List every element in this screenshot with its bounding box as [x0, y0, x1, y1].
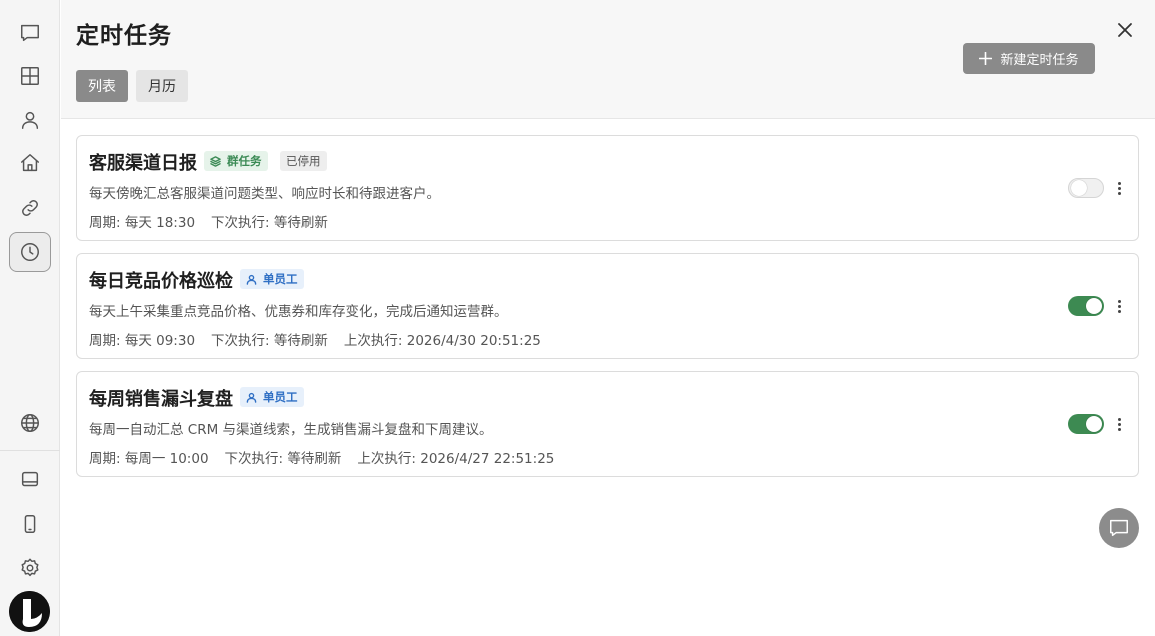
page-title: 定时任务	[76, 23, 172, 49]
close-button[interactable]	[1114, 19, 1136, 41]
task-card[interactable]: 客服渠道日报 群任务 已停用 每天傍晚汇总客服渠道问题类型、响应时长和待跟进客户…	[76, 135, 1139, 241]
task-last-run: 上次执行: 2026/4/30 20:51:25	[343, 333, 541, 349]
task-enable-toggle[interactable]	[1068, 414, 1104, 434]
user-icon	[246, 274, 257, 285]
task-title: 客服渠道日报	[89, 153, 197, 174]
sidebar-item-chat[interactable]	[9, 13, 51, 53]
sidebar-divider	[0, 450, 60, 451]
sidebar-item-link[interactable]	[9, 188, 51, 228]
monitor-icon	[21, 471, 39, 487]
task-title: 每日竞品价格巡检	[89, 271, 233, 292]
task-title: 每周销售漏斗复盘	[89, 389, 233, 410]
task-next-run: 下次执行: 等待刷新	[211, 333, 328, 349]
chat-support-button[interactable]	[1099, 508, 1139, 548]
task-type-badge: 单员工	[240, 387, 304, 407]
plus-icon	[979, 52, 993, 65]
sidebar-item-mobile[interactable]	[9, 504, 51, 544]
chat-bubble-icon	[1110, 519, 1128, 537]
status-badge: 已停用	[280, 151, 327, 171]
sidebar-item-desktop[interactable]	[9, 460, 51, 500]
new-scheduled-task-button[interactable]: 新建定时任务	[963, 43, 1095, 74]
clock-icon	[21, 243, 39, 261]
new-button-label: 新建定时任务	[1000, 53, 1079, 68]
tab-calendar[interactable]: 月历	[136, 70, 188, 102]
task-meta: 周期: 每天 09:30 下次执行: 等待刷新 上次执行: 2026/4/30 …	[89, 329, 541, 349]
more-options-icon[interactable]	[1112, 178, 1126, 198]
task-last-run: 上次执行: 2026/4/27 22:51:25	[357, 451, 555, 467]
task-type-badge: 群任务	[204, 151, 268, 171]
task-card[interactable]: 每日竞品价格巡检 单员工 每天上午采集重点竞品价格、优惠券和库存变化，完成后通知…	[76, 253, 1139, 359]
task-enable-toggle[interactable]	[1068, 178, 1104, 198]
task-card[interactable]: 每周销售漏斗复盘 单员工 每周一自动汇总 CRM 与渠道线索，生成销售漏斗复盘和…	[76, 371, 1139, 477]
sidebar-item-user[interactable]	[9, 100, 51, 140]
page-header: 定时任务 新建定时任务 列表 月历	[61, 0, 1155, 119]
user-icon	[246, 392, 257, 403]
task-schedule: 周期: 每周一 10:00	[89, 451, 209, 467]
task-schedule: 周期: 每天 09:30	[89, 333, 196, 349]
tab-list[interactable]: 列表	[76, 70, 128, 102]
task-type-label: 单员工	[263, 272, 298, 286]
task-type-label: 群任务	[227, 154, 262, 168]
task-type-label: 单员工	[263, 390, 298, 404]
grid-icon	[21, 67, 39, 85]
sidebar-item-scheduled-tasks[interactable]	[9, 232, 51, 272]
task-meta: 周期: 每周一 10:00 下次执行: 等待刷新 上次执行: 2026/4/27…	[89, 447, 554, 467]
home-icon	[21, 154, 39, 172]
gear-icon	[21, 558, 39, 577]
task-description: 每天上午采集重点竞品价格、优惠券和库存变化，完成后通知运营群。	[89, 304, 508, 320]
task-description: 每天傍晚汇总客服渠道问题类型、响应时长和待跟进客户。	[89, 186, 440, 202]
task-description: 每周一自动汇总 CRM 与渠道线索，生成销售漏斗复盘和下周建议。	[89, 422, 493, 438]
task-next-run: 下次执行: 等待刷新	[211, 215, 328, 231]
sidebar	[0, 0, 60, 636]
task-enable-toggle[interactable]	[1068, 296, 1104, 316]
more-options-icon[interactable]	[1112, 296, 1126, 316]
globe-icon	[21, 414, 39, 432]
user-icon	[21, 111, 39, 129]
phone-icon	[24, 515, 36, 533]
close-icon	[1118, 23, 1132, 37]
sidebar-item-home[interactable]	[9, 143, 51, 183]
layers-icon	[210, 155, 221, 167]
avatar[interactable]	[9, 591, 50, 632]
sidebar-item-language[interactable]	[9, 403, 51, 443]
task-type-badge: 单员工	[240, 269, 304, 289]
more-options-icon[interactable]	[1112, 414, 1126, 434]
link-icon	[22, 200, 38, 216]
logo-icon	[9, 591, 50, 632]
task-meta: 周期: 每天 18:30 下次执行: 等待刷新	[89, 211, 328, 231]
sidebar-item-dashboard[interactable]	[9, 56, 51, 96]
task-next-run: 下次执行: 等待刷新	[224, 451, 342, 467]
sidebar-item-settings[interactable]	[9, 548, 51, 588]
task-schedule: 周期: 每天 18:30	[89, 215, 196, 231]
chat-bubble-icon	[21, 24, 39, 42]
